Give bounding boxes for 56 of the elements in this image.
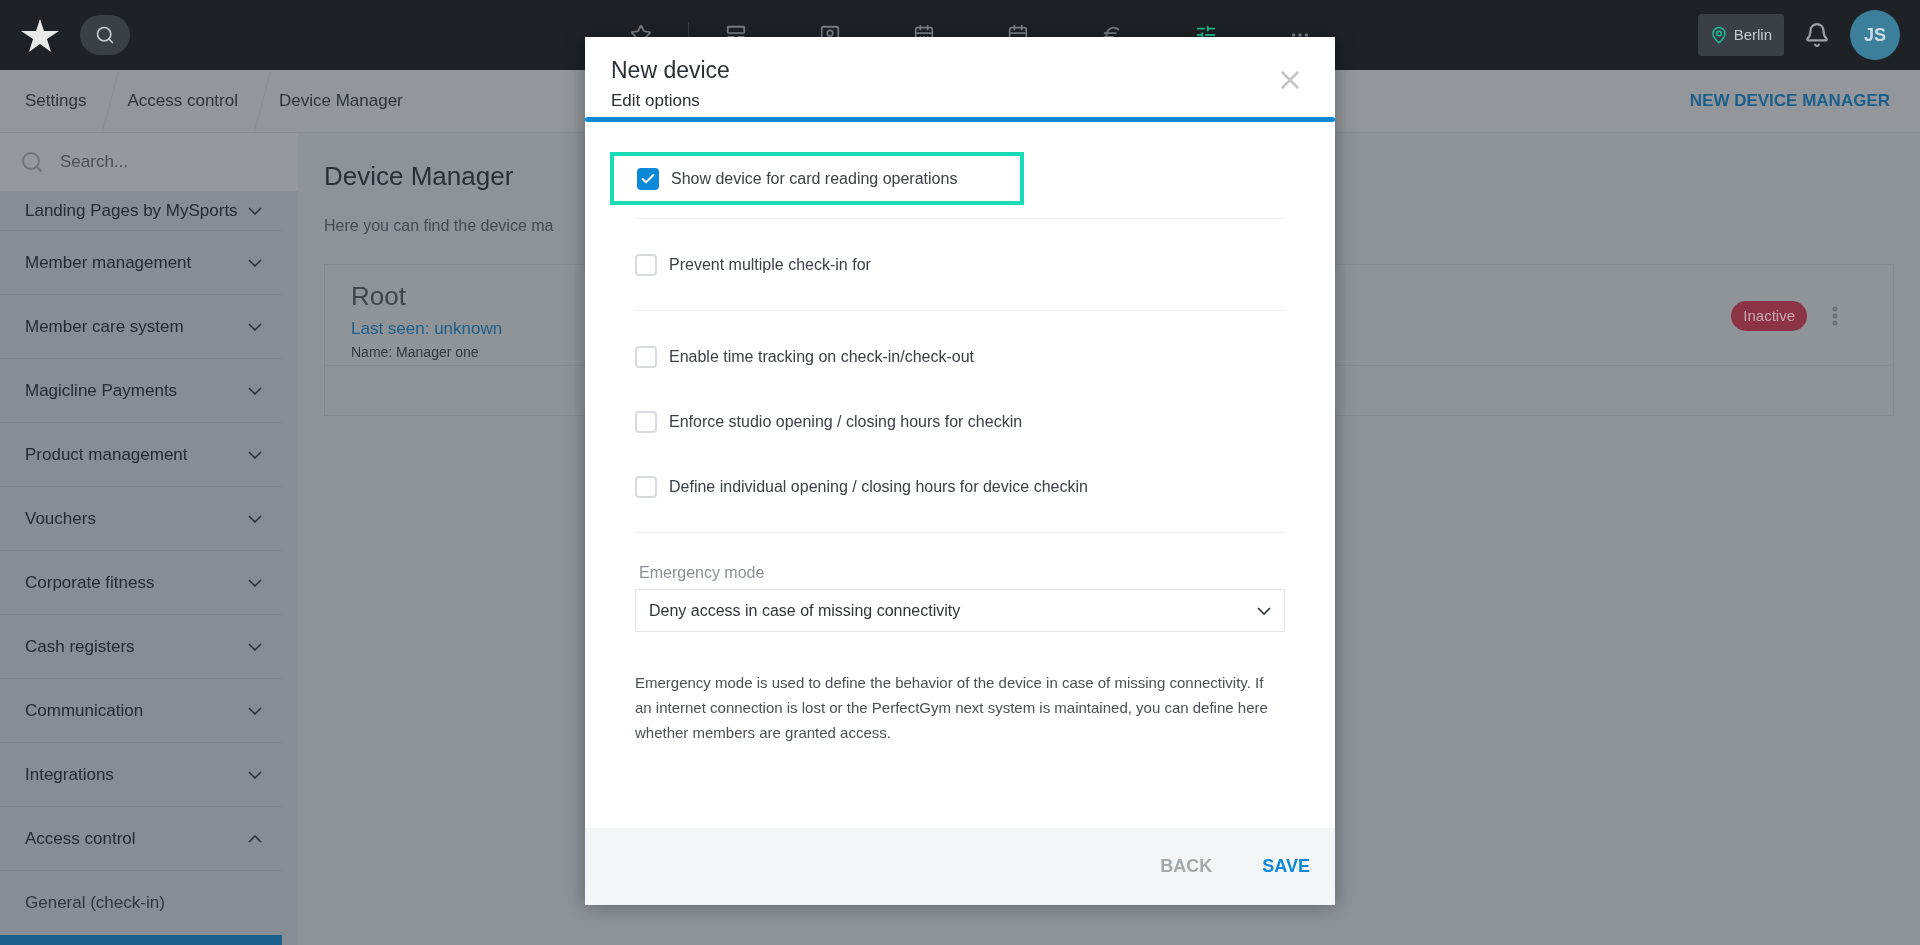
chevron-up-icon: [248, 834, 262, 843]
sidebar-item[interactable]: Magicline Payments: [0, 359, 282, 423]
sidebar-item[interactable]: Communication: [0, 679, 282, 743]
search-input[interactable]: Search...: [60, 149, 260, 175]
notification-icon[interactable]: [1804, 22, 1830, 48]
option-checkbox[interactable]: Define individual opening / closing hours for device checkin: [635, 474, 1088, 499]
sidebar-item[interactable]: Landing Pages by MySports: [0, 191, 282, 231]
device-name: Root: [351, 280, 407, 313]
sidebar-item[interactable]: Product management: [0, 423, 282, 487]
user-avatar[interactable]: JS: [1850, 10, 1900, 60]
sidebar-item[interactable]: Vouchers: [0, 487, 282, 551]
sidebar-item[interactable]: Corporate fitness: [0, 551, 282, 615]
new-device-manager-button[interactable]: NEW DEVICE MANAGER: [1689, 88, 1890, 114]
chevron-down-icon: [248, 578, 262, 587]
chevron-down-icon: [248, 706, 262, 715]
location-button[interactable]: Berlin: [1697, 14, 1784, 56]
last-seen-link[interactable]: Last seen: unknown: [351, 316, 503, 342]
sidebar-item[interactable]: Member care system: [0, 295, 282, 359]
device-meta: Name: Manager one: [351, 342, 480, 362]
option-checkbox[interactable]: Show device for card reading operations: [637, 166, 958, 191]
page-title: Device Manager: [324, 160, 514, 193]
emergency-mode-select[interactable]: Deny access in case of missing connectivity: [635, 589, 1285, 632]
breadcrumb-link[interactable]: Access control: [127, 88, 238, 114]
breadcrumb-link[interactable]: Settings: [25, 88, 87, 114]
search-icon: [20, 150, 44, 174]
location-pin-icon: [1709, 26, 1728, 44]
chevron-down-icon: [248, 258, 262, 267]
sidebar-item[interactable]: Member management: [0, 231, 282, 295]
option-checkbox[interactable]: Enable time tracking on check-in/check-out: [635, 344, 975, 369]
chevron-down-icon: [248, 206, 262, 215]
search-icon: [95, 25, 115, 45]
chevron-down-icon: [248, 450, 262, 459]
sidebar-item[interactable]: Cash registers: [0, 615, 282, 679]
sidebar-item[interactable]: Access control: [0, 807, 282, 871]
save-button[interactable]: SAVE: [1262, 853, 1310, 880]
page-description: Here you can find the device ma: [324, 216, 554, 236]
modal-subtitle: Edit options: [611, 89, 701, 112]
chevron-down-icon: [248, 770, 262, 779]
search-button[interactable]: [80, 15, 130, 55]
status-badge: Inactive: [1731, 301, 1807, 331]
sidebar-subitem[interactable]: General (check-in): [0, 871, 282, 935]
emergency-mode-label: Emergency mode: [639, 563, 766, 583]
sidebar-item[interactable]: Integrations: [0, 743, 282, 807]
logo-icon[interactable]: [20, 17, 60, 53]
search-field[interactable]: Search...: [0, 133, 298, 191]
chevron-down-icon: [1257, 606, 1271, 615]
chevron-down-icon: [248, 514, 262, 523]
emergency-mode-help: Emergency mode is used to define the behavior of the device in case of missing connectivity. If an internet connection is lost or the PerfectGym next system is maintained, you can define here whether members are granted access.: [635, 673, 1269, 743]
chevron-down-icon: [248, 322, 262, 331]
modal-title: New device: [611, 56, 730, 85]
chevron-down-icon: [248, 386, 262, 395]
option-checkbox[interactable]: Enforce studio opening / closing hours for checkin: [635, 409, 1023, 434]
breadcrumb-link[interactable]: Device Manager: [279, 88, 403, 114]
back-button[interactable]: BACK: [1160, 853, 1213, 880]
chevron-down-icon: [248, 642, 262, 651]
option-checkbox[interactable]: Prevent multiple check-in for: [635, 252, 871, 277]
